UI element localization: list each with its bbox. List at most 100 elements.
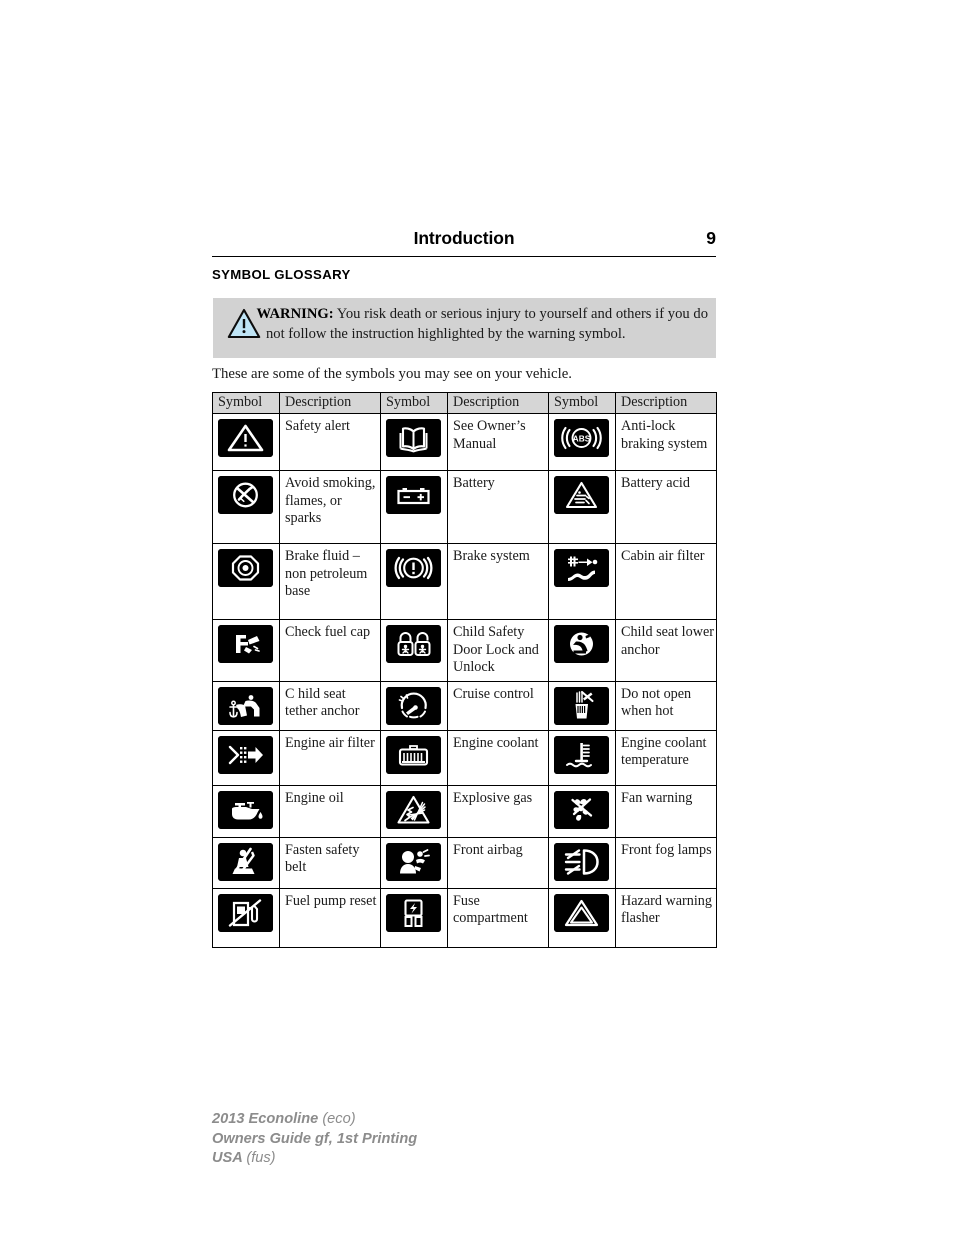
table-row: Fuel pump reset Fuse compartment Hazard …	[212, 887, 717, 948]
page-number: 9	[706, 228, 716, 248]
safety-alert-icon	[218, 419, 273, 457]
symbol-cell	[212, 729, 280, 786]
table-row: Fasten safety belt Front airbag Front fo…	[212, 836, 717, 889]
child-seat-tether-anchor-icon	[218, 686, 273, 725]
symbol-cell	[548, 619, 616, 682]
footer-model: 2013 Econoline	[212, 1111, 323, 1127]
symbol-cell	[212, 680, 280, 731]
description-cell: Brake fluid – non petroleum base	[279, 543, 381, 620]
description-cell: Front fog lamps	[615, 836, 717, 889]
engine-air-filter-icon	[218, 735, 273, 774]
column-header-description-2: Description	[447, 392, 549, 414]
engine-coolant-temperature-icon	[554, 735, 609, 774]
symbol-cell	[212, 413, 280, 471]
footer-market: USA	[212, 1150, 247, 1166]
symbol-cell	[212, 543, 280, 620]
description-cell: Avoid smoking, flames, or sparks	[279, 470, 381, 544]
fasten-safety-belt-icon	[218, 842, 273, 881]
document-footer: 2013 Econoline (eco) Owners Guide gf, 1s…	[212, 1110, 417, 1169]
engine-coolant-icon	[386, 735, 441, 774]
description-cell: Fan warning	[615, 784, 717, 838]
warning-text: WARNING: You risk death or serious injur…	[221, 304, 708, 345]
symbol-cell	[380, 413, 448, 471]
brake-fluid-icon	[218, 549, 273, 587]
battery-icon	[386, 476, 441, 514]
symbol-cell: ABS	[548, 413, 616, 471]
symbol-cell	[212, 619, 280, 682]
description-cell: C hild seat tether anchor	[279, 680, 381, 731]
symbol-cell	[380, 619, 448, 682]
symbol-cell	[212, 784, 280, 838]
table-row: Avoid smoking, flames, or sparks Battery	[212, 470, 717, 544]
symbol-cell	[380, 887, 448, 948]
fan-warning-icon	[554, 790, 609, 829]
symbol-cell	[548, 887, 616, 948]
description-cell: Engine coolant	[447, 729, 549, 786]
symbol-cell	[212, 887, 280, 948]
fuse-compartment-icon	[386, 893, 441, 932]
description-cell: Hazard warning flasher	[615, 887, 717, 948]
table-row: Engine air filter Engine coolant Engine …	[212, 729, 717, 786]
footer-market-code: (fus)	[246, 1150, 276, 1166]
description-cell: Fuel pump reset	[279, 887, 381, 948]
description-cell: Child Safety Door Lock and Unlock	[447, 619, 549, 682]
column-header-description-3: Description	[615, 392, 717, 414]
description-cell: See Owner’s Manual	[447, 413, 549, 471]
column-header-symbol-3: Symbol	[548, 392, 616, 414]
description-cell: Brake system	[447, 543, 549, 620]
table-row: Brake fluid – non petroleum base Brake s…	[212, 543, 717, 620]
section-heading: SYMBOL GLOSSARY	[212, 267, 351, 282]
brake-system-icon	[386, 549, 441, 587]
symbol-cell	[548, 729, 616, 786]
hazard-warning-flasher-icon	[554, 893, 609, 932]
table-header-row: Symbol Description Symbol Description Sy…	[212, 392, 717, 414]
table-row: Safety alert See Owner’s Manual ABS Anti…	[212, 413, 717, 471]
table-row: Engine oil Explosive gas Fan warning	[212, 784, 717, 838]
intro-paragraph: These are some of the symbols you may se…	[212, 366, 572, 382]
description-cell: Cruise control	[447, 680, 549, 731]
symbol-cell	[548, 784, 616, 838]
footer-line-1: 2013 Econoline (eco)	[212, 1110, 417, 1130]
footer-model-code: (eco)	[322, 1111, 356, 1127]
warning-callout: WARNING: You risk death or serious injur…	[213, 298, 716, 358]
description-cell: Fasten safety belt	[279, 836, 381, 889]
description-cell: Child seat lower anchor	[615, 619, 717, 682]
child-seat-lower-anchor-icon	[554, 625, 609, 663]
symbol-cell	[548, 680, 616, 731]
symbol-cell	[380, 470, 448, 544]
description-cell: Engine oil	[279, 784, 381, 838]
table-row: Check fuel cap Child Safety Door Lock an…	[212, 619, 717, 682]
symbol-cell	[380, 543, 448, 620]
explosive-gas-icon	[386, 790, 441, 829]
column-header-symbol-1: Symbol	[212, 392, 280, 414]
footer-line-3: USA (fus)	[212, 1149, 417, 1169]
symbol-cell	[548, 470, 616, 544]
symbol-cell	[380, 836, 448, 889]
warning-label: WARNING:	[256, 306, 334, 322]
front-airbag-icon	[386, 842, 441, 881]
description-cell: Engine air filter	[279, 729, 381, 786]
description-cell: Safety alert	[279, 413, 381, 471]
do-not-open-when-hot-icon	[554, 686, 609, 725]
front-fog-lamps-icon	[554, 842, 609, 881]
description-cell: Battery acid	[615, 470, 717, 544]
description-cell: Anti-lock braking system	[615, 413, 717, 471]
symbol-cell	[212, 836, 280, 889]
description-cell: Front airbag	[447, 836, 549, 889]
battery-acid-icon	[554, 476, 609, 514]
symbol-cell	[380, 729, 448, 786]
symbol-glossary-table: Symbol Description Symbol Description Sy…	[212, 392, 717, 948]
symbol-cell	[380, 680, 448, 731]
description-cell: Engine coolant temperature	[615, 729, 717, 786]
no-smoking-flames-sparks-icon	[218, 476, 273, 514]
cabin-air-filter-icon	[554, 549, 609, 587]
table-row: C hild seat tether anchor Cruise control	[212, 680, 717, 731]
chapter-title: Introduction	[413, 228, 515, 248]
description-cell: Fuse compartment	[447, 887, 549, 948]
page-header: Introduction 9	[212, 228, 716, 258]
symbol-cell	[212, 470, 280, 544]
description-cell: Explosive gas	[447, 784, 549, 838]
owners-manual-icon	[386, 419, 441, 457]
description-cell: Do not open when hot	[615, 680, 717, 731]
anti-lock-braking-icon: ABS	[554, 419, 609, 457]
